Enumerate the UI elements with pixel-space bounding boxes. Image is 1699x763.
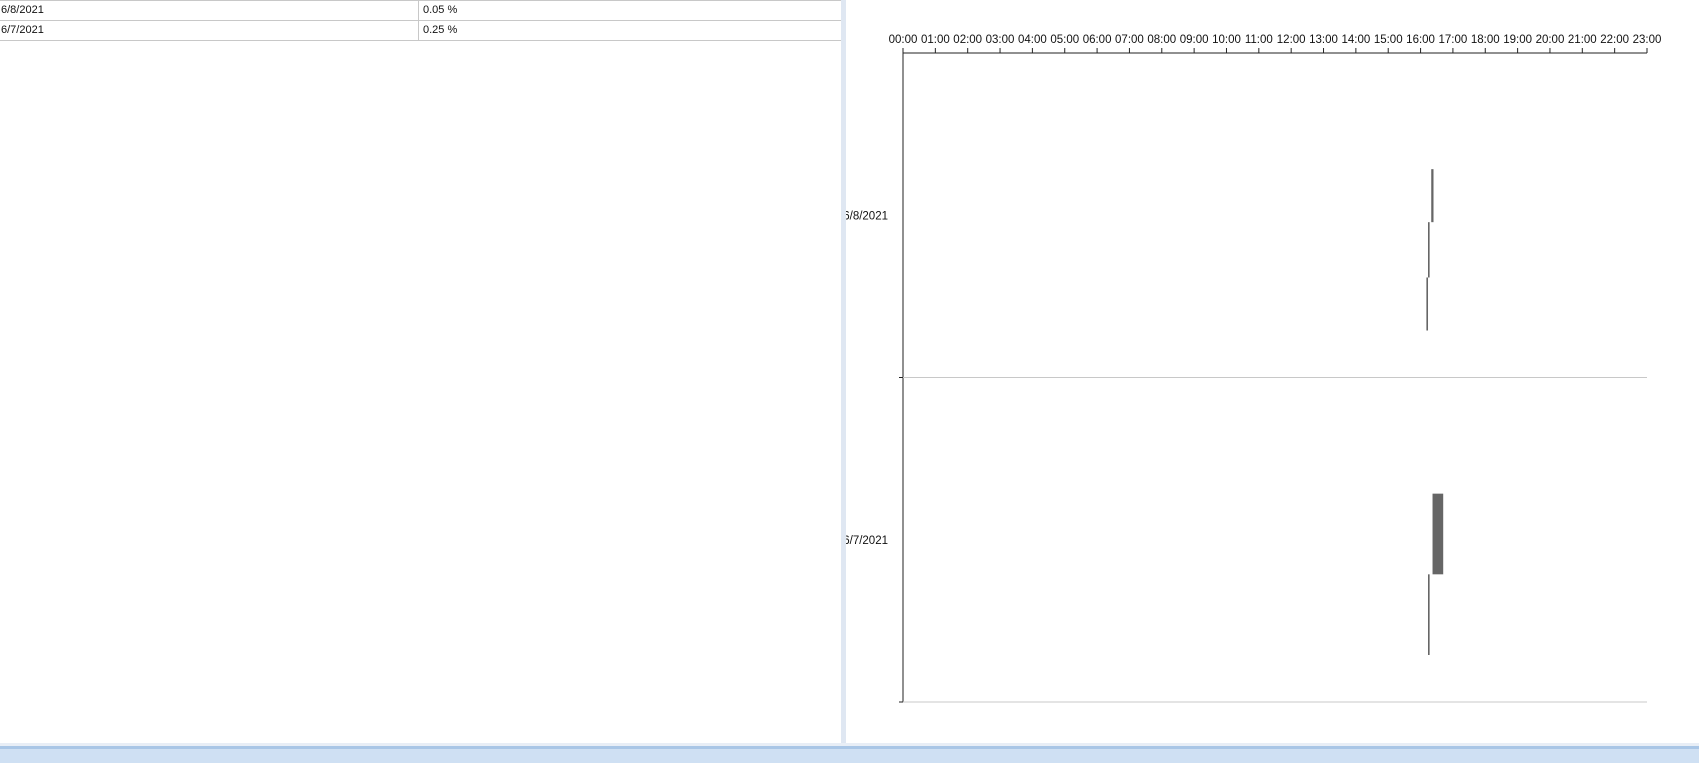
x-tick-label: 22:00	[1600, 34, 1629, 46]
percent-cell[interactable]: 0.25 %	[418, 20, 841, 41]
timeline-bar	[1428, 222, 1430, 278]
x-tick-label: 17:00	[1439, 34, 1468, 46]
row-label: 6/7/2021	[846, 535, 888, 547]
x-tick-label: 10:00	[1212, 34, 1241, 46]
x-tick-label: 00:00	[889, 34, 918, 46]
timeline-bar	[1431, 169, 1434, 223]
x-tick-label: 11:00	[1245, 34, 1273, 46]
x-tick-label: 19:00	[1503, 34, 1532, 46]
x-tick-label: 05:00	[1050, 34, 1079, 46]
timeline-chart-pane: 00:00 01:00 02:00 03:00 04:00 05:00 06:00 07:00…	[846, 0, 1699, 743]
x-tick-label: 15:00	[1374, 34, 1403, 46]
x-tick-label: 12:00	[1277, 34, 1306, 46]
x-tick-label: 13:00	[1309, 34, 1338, 46]
table-row[interactable]: 6/8/2021 0.05 %	[0, 0, 841, 21]
row-label: 6/8/2021	[846, 210, 888, 222]
data-grid: 6/8/2021 0.05 % 6/7/2021 0.25 %	[0, 0, 841, 41]
x-tick-label: 09:00	[1180, 34, 1209, 46]
x-tick-label: 08:00	[1147, 34, 1176, 46]
table-row[interactable]: 6/7/2021 0.25 %	[0, 20, 841, 41]
x-tick-label: 18:00	[1471, 34, 1500, 46]
percent-cell[interactable]: 0.05 %	[418, 0, 841, 21]
x-tick-label: 01:00	[921, 34, 950, 46]
x-tick-label: 03:00	[986, 34, 1015, 46]
x-tick-label: 07:00	[1115, 34, 1144, 46]
x-tick-label: 16:00	[1406, 34, 1435, 46]
x-tick-label: 04:00	[1018, 34, 1047, 46]
x-tick-label: 06:00	[1083, 34, 1112, 46]
status-bar	[0, 746, 1699, 763]
x-tick-label: 02:00	[953, 34, 982, 46]
timeline-bar	[1428, 574, 1430, 655]
timeline-chart: 00:00 01:00 02:00 03:00 04:00 05:00 06:00 07:00…	[846, 34, 1662, 703]
timeline-bar	[1432, 493, 1444, 575]
date-cell[interactable]: 6/8/2021	[0, 0, 419, 21]
date-cell[interactable]: 6/7/2021	[0, 20, 419, 41]
data-grid-pane: 6/8/2021 0.05 % 6/7/2021 0.25 %	[0, 0, 841, 743]
x-tick-label: 20:00	[1536, 34, 1565, 46]
timeline-bar	[1426, 277, 1429, 331]
x-tick-label: 23:00	[1633, 34, 1662, 46]
x-tick-label: 21:00	[1568, 34, 1597, 46]
x-tick-label: 14:00	[1341, 34, 1370, 46]
